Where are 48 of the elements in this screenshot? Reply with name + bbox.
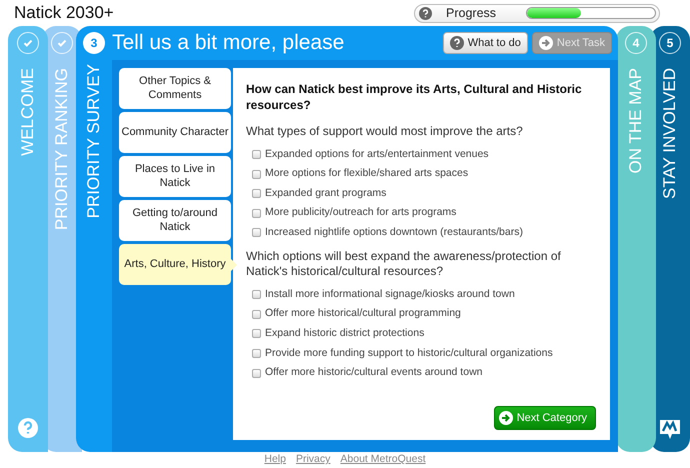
question-text: What types of support would most improve the arts? bbox=[246, 124, 524, 140]
step-number[interactable]: 4 bbox=[625, 32, 647, 54]
option-label: Offer more historic/cultural events around town bbox=[265, 365, 482, 380]
app-title: Natick 2030+ bbox=[14, 2, 114, 24]
page-title: Tell us a bit more, please bbox=[112, 30, 344, 56]
step-label[interactable]: WELCOME bbox=[15, 68, 41, 156]
arrow-right-icon bbox=[538, 36, 553, 50]
checkbox[interactable] bbox=[252, 189, 261, 198]
step-label[interactable]: STAY INVOLVED bbox=[657, 68, 683, 200]
step-number[interactable]: 3 bbox=[83, 32, 105, 54]
checkbox[interactable] bbox=[252, 208, 261, 218]
question-text: Which options will best expand the awareness/protection of Natick's historical/cultural resources? bbox=[246, 248, 562, 280]
checkbox[interactable] bbox=[252, 290, 261, 300]
checkbox[interactable] bbox=[252, 368, 261, 378]
check-icon[interactable] bbox=[51, 32, 73, 54]
category-tab[interactable]: Other Topics & Comments bbox=[119, 68, 231, 109]
option-label: Increased nightlife options downtown (restaurants/bars) bbox=[265, 225, 523, 240]
checkbox[interactable] bbox=[252, 150, 261, 160]
checkbox[interactable] bbox=[252, 310, 261, 319]
progress-label: Progress bbox=[446, 4, 498, 22]
option-label: More options for flexible/shared arts spaces bbox=[265, 166, 468, 182]
option-label: Expanded options for arts/entertainment venues bbox=[265, 146, 489, 162]
check-icon[interactable] bbox=[17, 32, 39, 54]
checkbox[interactable] bbox=[252, 228, 261, 238]
step-label[interactable]: ON THE MAP bbox=[623, 68, 649, 174]
footer-link[interactable]: About MetroQuest bbox=[340, 452, 426, 468]
help-icon[interactable] bbox=[419, 6, 432, 20]
option-label: More publicity/outreach for arts programs bbox=[265, 205, 456, 220]
checkbox[interactable] bbox=[252, 170, 261, 179]
category-tab[interactable]: Community Character bbox=[119, 112, 231, 153]
option-label: Install more informational signage/kiosks around town bbox=[265, 286, 515, 302]
category-tab[interactable]: Places to Live in Natick bbox=[119, 156, 231, 197]
question-heading: How can Natick best improve its Arts, Cultural and Historic resources? bbox=[246, 82, 583, 114]
checkbox[interactable] bbox=[252, 349, 261, 358]
step-number[interactable]: 5 bbox=[659, 32, 681, 54]
arrow-right-icon bbox=[498, 410, 513, 425]
footer-link[interactable]: Help bbox=[264, 452, 286, 468]
option-label: Expand historic district protections bbox=[265, 326, 424, 342]
category-tab[interactable]: Getting to/around Natick bbox=[119, 200, 231, 241]
next-category-button[interactable]: Next Category bbox=[494, 406, 596, 430]
help-button[interactable]: What to do bbox=[442, 32, 528, 54]
option-label: Expanded grant programs bbox=[265, 186, 386, 201]
option-label: Offer more historical/cultural programming bbox=[265, 306, 461, 322]
checkbox[interactable] bbox=[252, 329, 261, 338]
step-label[interactable]: PRIORITY SURVEY bbox=[81, 64, 107, 218]
footer-link[interactable]: Privacy bbox=[296, 452, 330, 468]
help-icon bbox=[450, 36, 464, 50]
option-label: Provide more funding support to historic/cultural organizations bbox=[265, 346, 553, 361]
